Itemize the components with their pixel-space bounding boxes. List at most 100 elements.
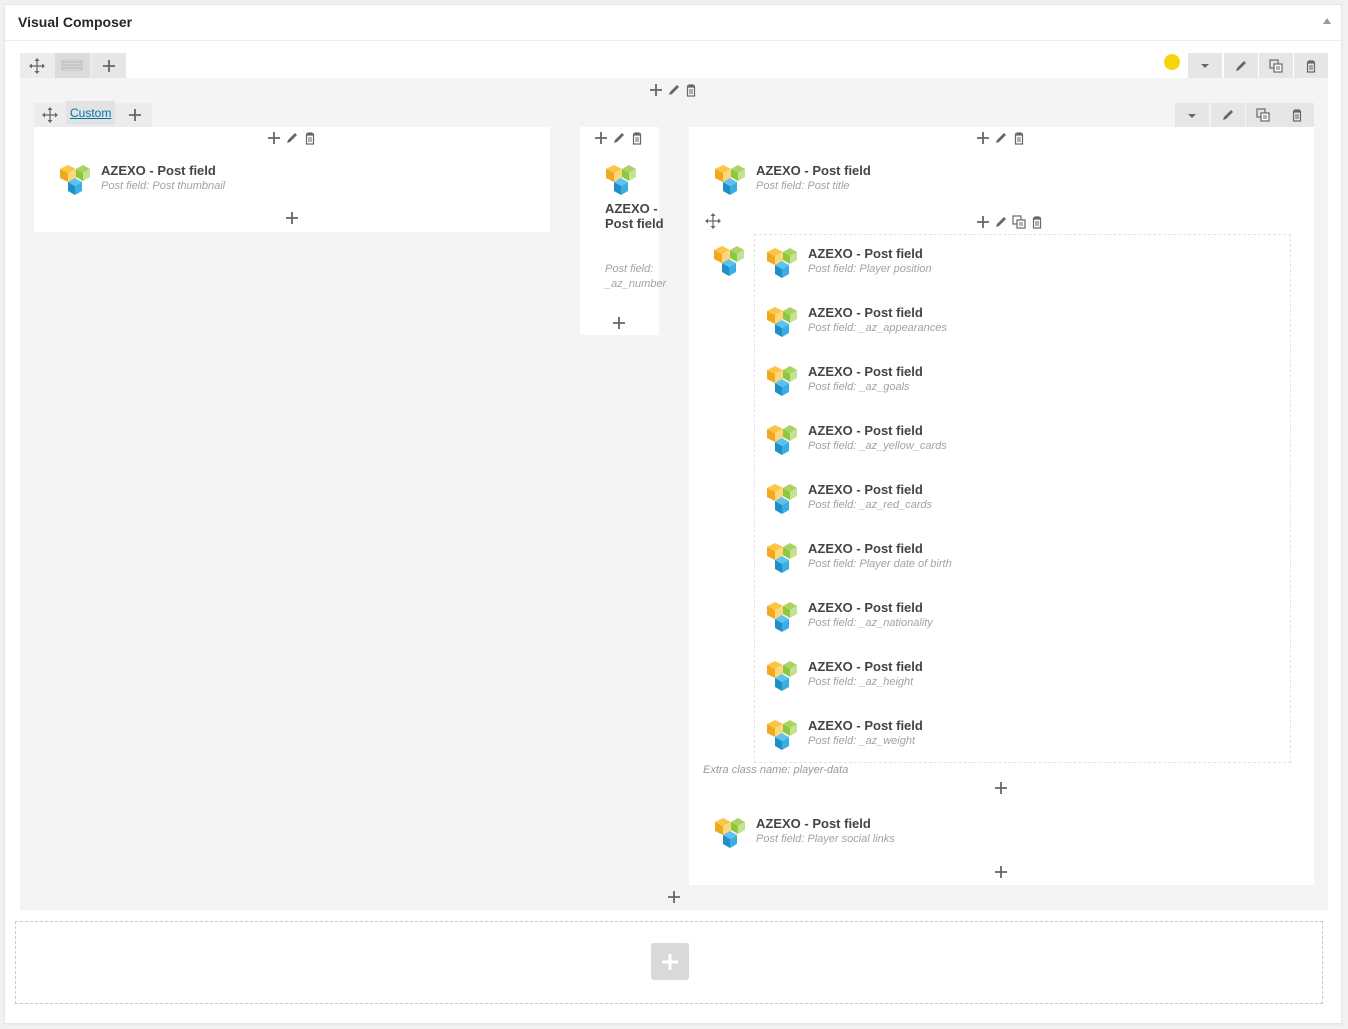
element-post-field[interactable]: AZEXO - Post field Post field: Player da…: [766, 541, 1066, 575]
element-subtitle: Post field: _az_weight: [808, 735, 916, 747]
row-layout-button[interactable]: [55, 53, 90, 78]
element-post-field[interactable]: AZEXO - Post field Post field: _az_weigh…: [766, 718, 1066, 752]
element-title: AZEXO - Post field: [808, 246, 923, 261]
element-subtitle: Post field: _az_number: [605, 263, 667, 290]
inner-row-delete-button[interactable]: [1280, 103, 1314, 127]
element-subtitle: Post field: _az_height: [808, 676, 914, 688]
element-post-field[interactable]: AZEXO - Post field Post field: _az_appea…: [766, 305, 1066, 339]
element-title: AZEXO - Post field: [756, 163, 871, 178]
caret-down-icon: [1187, 111, 1197, 121]
row-move-handle[interactable]: [20, 53, 54, 78]
azexo-logo-icon: [766, 541, 798, 575]
element-post-field[interactable]: AZEXO - Post field Post field: _az_yello…: [766, 423, 1066, 457]
element-subtitle: Post field: Player social links: [756, 833, 895, 845]
container-add-icon[interactable]: [976, 215, 990, 229]
trash-icon: [1290, 108, 1304, 122]
column-edit-icon[interactable]: [285, 131, 299, 145]
container-logo-icon: [713, 244, 745, 278]
element-title: AZEXO - Post field: [605, 201, 664, 231]
element-title: AZEXO - Post field: [808, 364, 923, 379]
add-element-icon[interactable]: [994, 865, 1008, 879]
inner-row-clone-button[interactable]: [1246, 103, 1280, 127]
plus-icon: [660, 952, 680, 972]
container-extra-class: Extra class name: player-data: [703, 764, 849, 776]
move-icon[interactable]: [42, 107, 58, 123]
azexo-logo-icon: [766, 718, 798, 752]
add-element-icon[interactable]: [667, 890, 681, 904]
panel-title: Visual Composer: [18, 14, 133, 30]
element-title: AZEXO - Post field: [808, 423, 923, 438]
column-add-icon[interactable]: [976, 131, 990, 145]
azexo-logo-icon: [766, 364, 798, 398]
inner-row-layout-tab[interactable]: Custom: [66, 101, 115, 125]
add-element-icon[interactable]: [994, 781, 1008, 795]
element-title: AZEXO - Post field: [101, 163, 216, 178]
element-subtitle: Post field: Post title: [756, 180, 850, 192]
element-post-field[interactable]: AZEXO - Post field Post field: _az_heigh…: [766, 659, 1066, 693]
plus-icon[interactable]: [128, 108, 142, 122]
column-edit-icon[interactable]: [667, 83, 681, 97]
add-element-icon[interactable]: [285, 211, 299, 225]
trash-icon: [1304, 59, 1318, 73]
layout-icon: [61, 59, 83, 71]
column-delete-icon[interactable]: [630, 131, 644, 145]
element-subtitle: Post field: _az_yellow_cards: [808, 440, 947, 452]
container-move-icon[interactable]: [705, 213, 721, 229]
column-edit-icon[interactable]: [994, 131, 1008, 145]
row-toggle-button[interactable]: [1188, 53, 1222, 78]
azexo-logo-icon: [714, 816, 746, 850]
panel-header[interactable]: Visual Composer: [5, 5, 1341, 41]
azexo-logo-icon: [766, 423, 798, 457]
column-edit-icon[interactable]: [612, 131, 626, 145]
container-clone-icon[interactable]: [1012, 215, 1026, 229]
azexo-logo-icon: [766, 482, 798, 516]
row-edit-button[interactable]: [1224, 53, 1258, 78]
azexo-logo-icon: [714, 163, 746, 197]
container-edit-icon[interactable]: [994, 215, 1008, 229]
element-post-field[interactable]: AZEXO - Post field Post field: _az_red_c…: [766, 482, 1066, 516]
element-title: AZEXO - Post field: [808, 600, 923, 615]
add-row-area: [15, 921, 1323, 1004]
element-title: AZEXO - Post field: [808, 541, 923, 556]
element-subtitle: Post field: _az_appearances: [808, 322, 947, 334]
move-icon: [29, 58, 45, 74]
container-delete-icon[interactable]: [1030, 215, 1044, 229]
add-row-button[interactable]: [651, 943, 689, 980]
row-clone-button[interactable]: [1259, 53, 1293, 78]
element-subtitle: Post field: Post thumbnail: [101, 180, 226, 192]
status-indicator: [1164, 54, 1180, 70]
column-delete-icon[interactable]: [1012, 131, 1026, 145]
element-post-field[interactable]: AZEXO - Post field Post field: Post thum…: [59, 163, 359, 197]
azexo-logo-icon: [766, 305, 798, 339]
inner-row-edit-button[interactable]: [1211, 103, 1245, 127]
element-subtitle: Post field: _az_goals: [808, 381, 910, 393]
element-subtitle: Post field: Player date of birth: [808, 558, 952, 570]
plus-icon: [102, 59, 116, 73]
column-add-icon[interactable]: [594, 131, 608, 145]
inner-row-layout-label: Custom: [70, 106, 112, 120]
row-add-column-button[interactable]: [92, 53, 126, 78]
element-post-field[interactable]: AZEXO - Post field Post field: Player po…: [766, 246, 1066, 280]
element-post-field[interactable]: AZEXO - Post field Post field: _az_natio…: [766, 600, 1066, 634]
element-title: AZEXO - Post field: [756, 816, 871, 831]
element-subtitle: Post field: Player position: [808, 263, 932, 275]
element-title: AZEXO - Post field: [808, 718, 923, 733]
azexo-logo-icon: [766, 246, 798, 280]
element-post-field[interactable]: AZEXO - Post field Post field: Player so…: [714, 816, 1014, 850]
inner-row-toggle-button[interactable]: [1175, 103, 1209, 127]
element-subtitle: Post field: _az_nationality: [808, 617, 933, 629]
element-post-field[interactable]: AZEXO - Post field Post field: Post titl…: [714, 163, 1014, 197]
column-add-icon[interactable]: [267, 131, 281, 145]
add-element-icon[interactable]: [612, 316, 626, 330]
element-post-field[interactable]: AZEXO - Post field Post field: _az_numbe…: [605, 163, 667, 303]
row-delete-button[interactable]: [1294, 53, 1328, 78]
clone-icon: [1256, 108, 1270, 122]
pencil-icon: [1221, 108, 1235, 122]
azexo-logo-icon: [766, 600, 798, 634]
column-delete-icon[interactable]: [684, 83, 698, 97]
element-title: AZEXO - Post field: [808, 305, 923, 320]
collapse-toggle-icon[interactable]: [1323, 18, 1331, 24]
column-delete-icon[interactable]: [303, 131, 317, 145]
element-post-field[interactable]: AZEXO - Post field Post field: _az_goals: [766, 364, 1066, 398]
column-add-icon[interactable]: [649, 83, 663, 97]
